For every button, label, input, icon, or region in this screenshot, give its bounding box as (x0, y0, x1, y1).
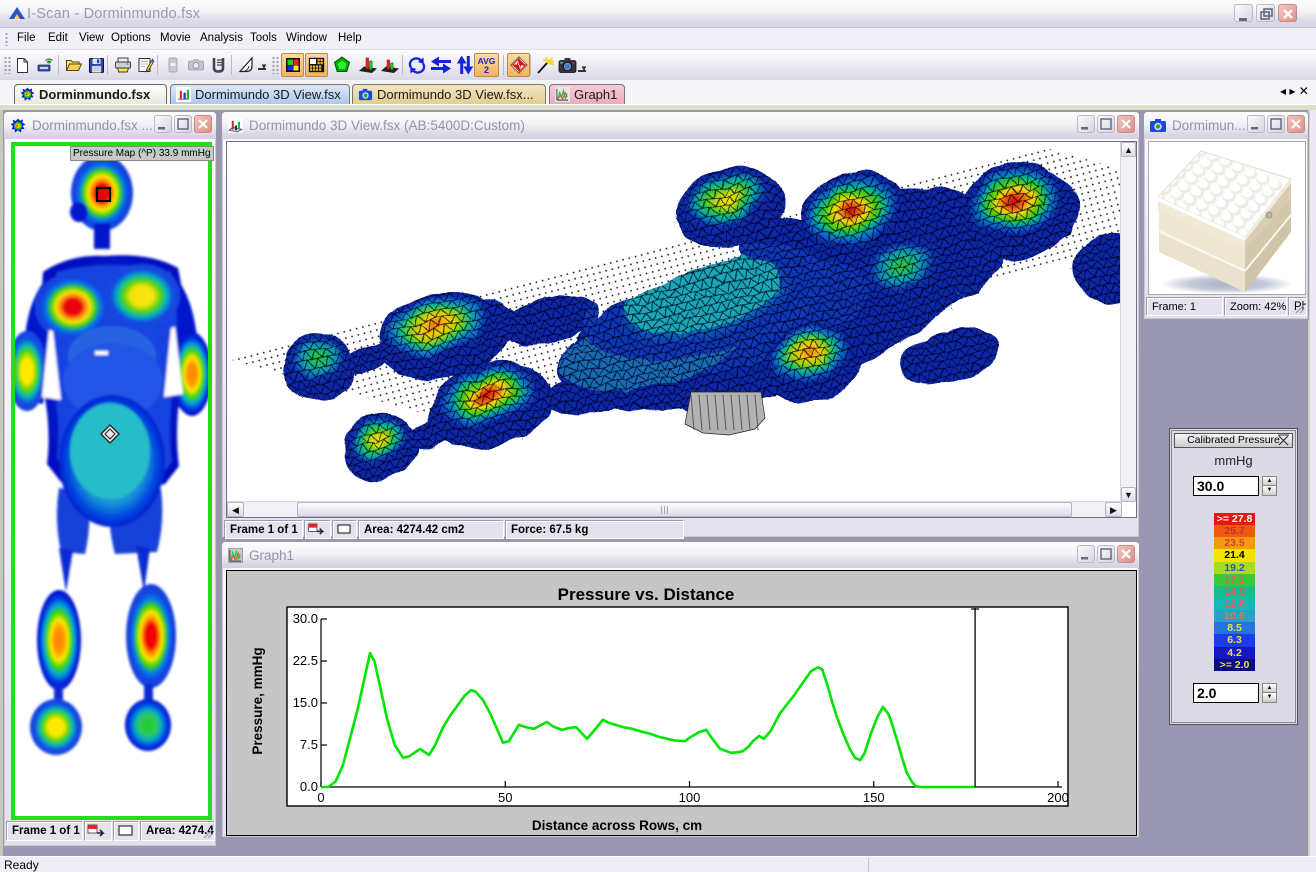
svg-text:Distance across Rows, cm: Distance across Rows, cm (532, 818, 702, 833)
svg-text:30.0: 30.0 (293, 611, 318, 626)
svg-text:15.0: 15.0 (293, 695, 318, 710)
svg-text:200: 200 (1047, 790, 1069, 805)
svg-text:150: 150 (863, 790, 885, 805)
svg-text:Pressure, mmHg: Pressure, mmHg (250, 647, 265, 754)
svg-text:2: 2 (484, 65, 489, 75)
svg-text:Pressure vs. Distance: Pressure vs. Distance (558, 585, 735, 604)
svg-text:22.5: 22.5 (293, 653, 318, 668)
svg-text:0: 0 (317, 790, 324, 805)
svg-text:7.5: 7.5 (300, 737, 318, 752)
svg-text:50: 50 (498, 790, 512, 805)
svg-text:0.0: 0.0 (300, 779, 318, 794)
svg-text:100: 100 (679, 790, 701, 805)
